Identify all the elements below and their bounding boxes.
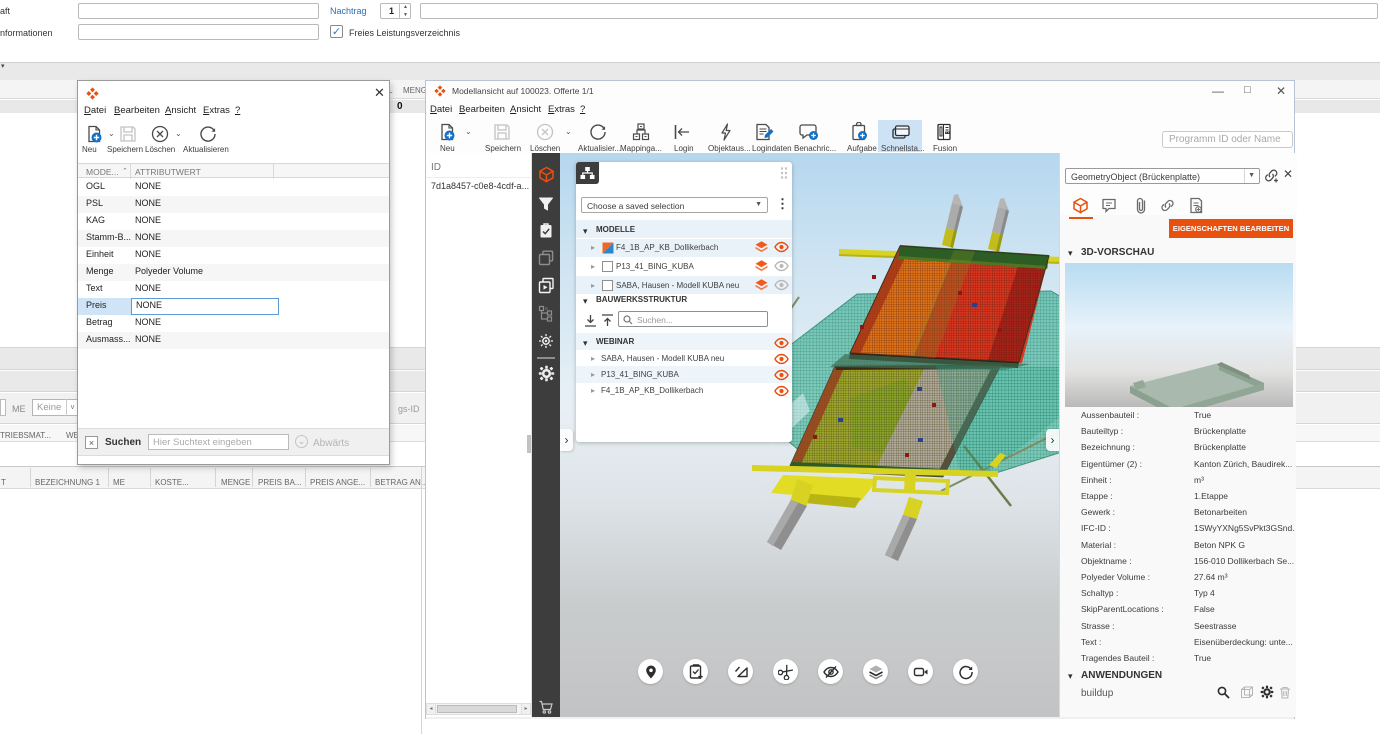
svg-text:≡: ≡: [545, 306, 548, 312]
